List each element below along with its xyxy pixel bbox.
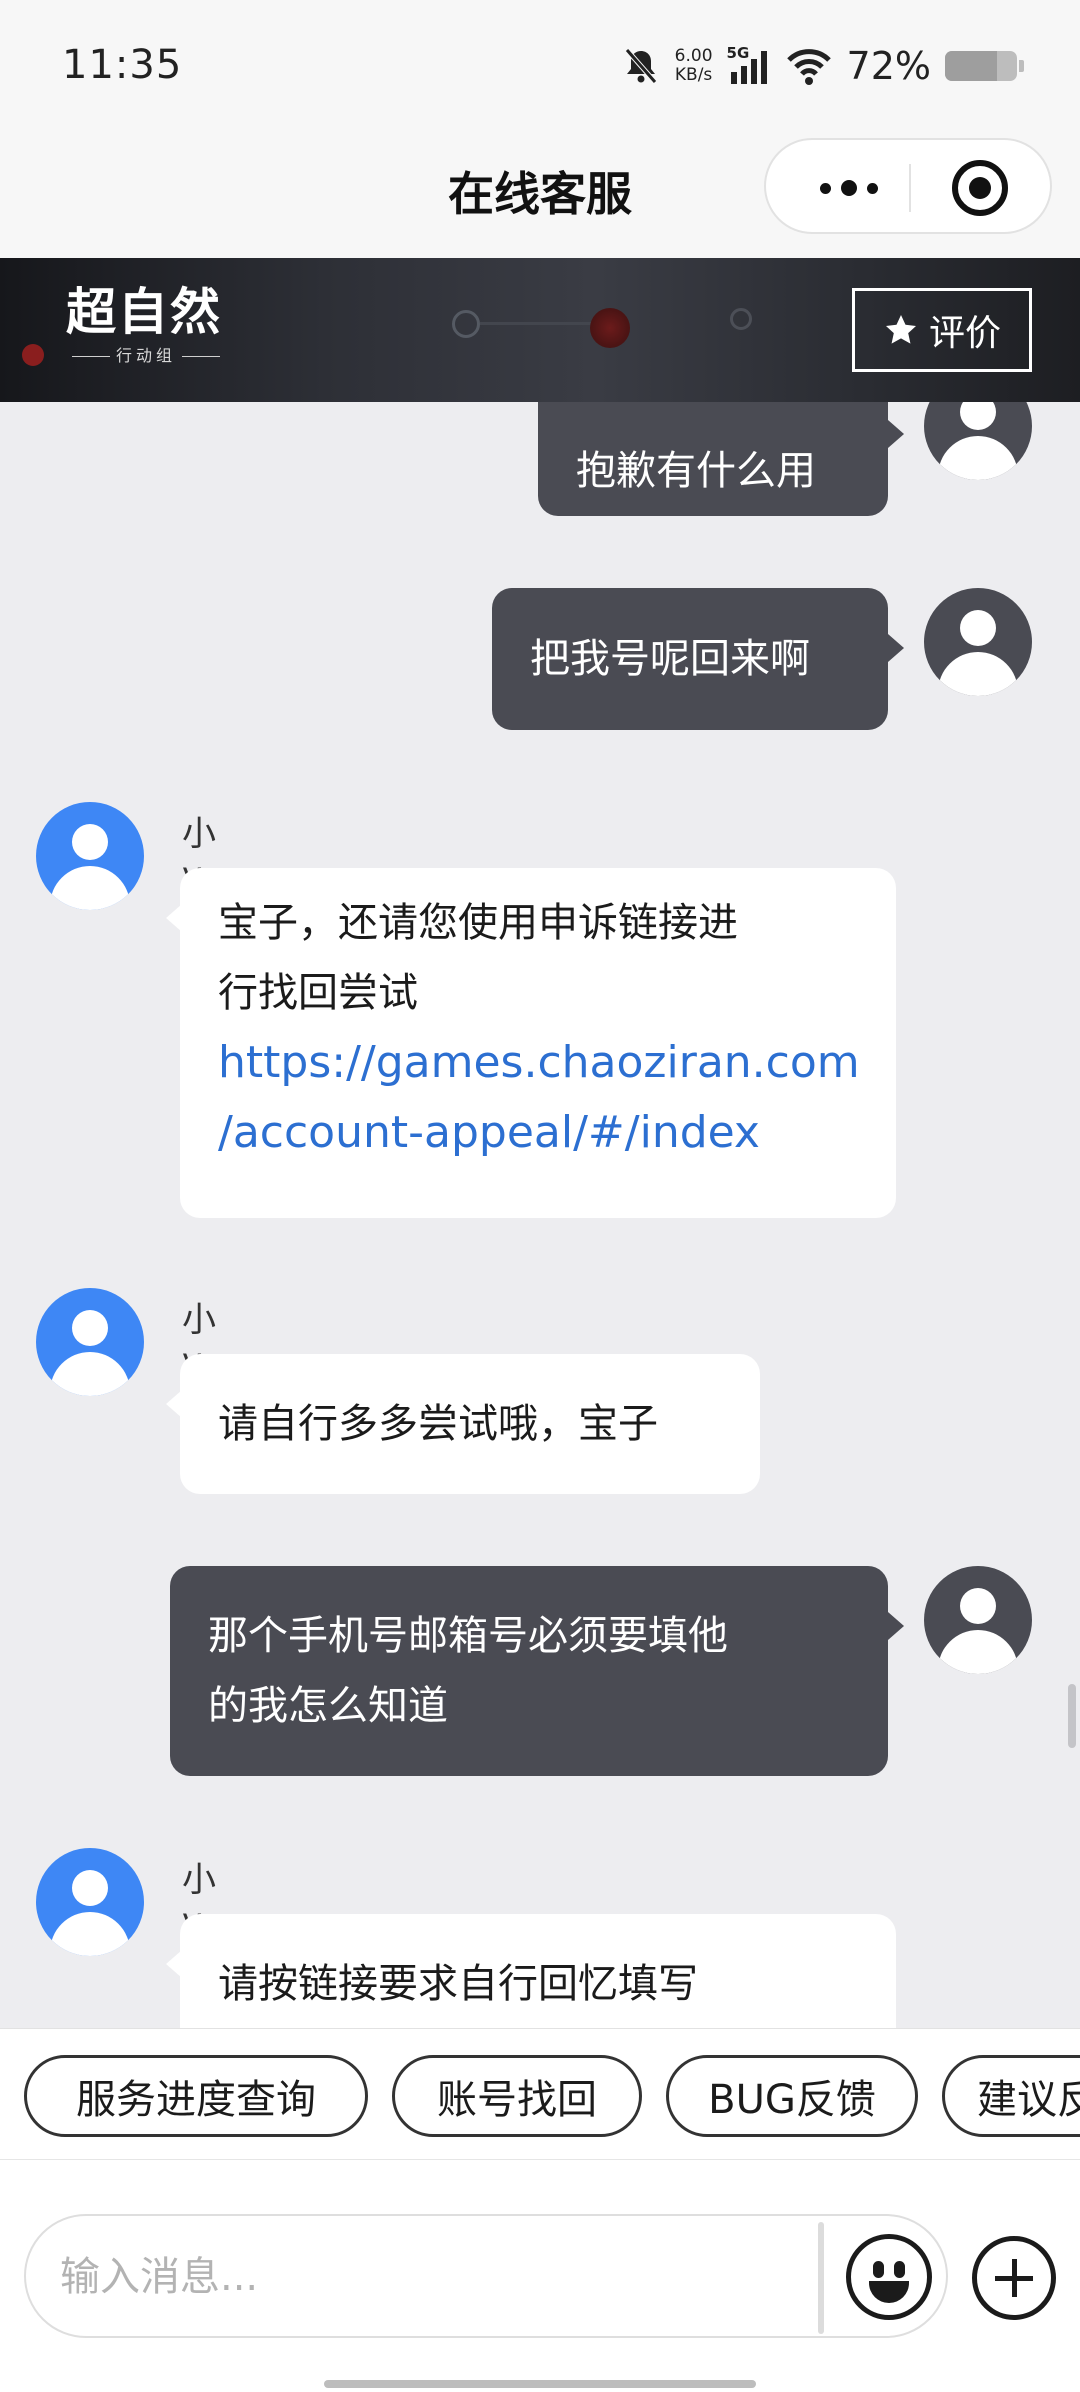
agent-avatar (36, 802, 144, 910)
message-text-line: 那个手机号邮箱号必须要填他 (208, 1613, 728, 1659)
message-text-line: 行找回尝试 (218, 970, 418, 1016)
game-logo: 超自然 行动组 (22, 282, 226, 366)
net-speed: 6.00 KB/s (675, 47, 713, 85)
appeal-link[interactable]: /account-appeal/#/index (218, 1098, 896, 1168)
message-bubble[interactable]: 抱歉有什么用 (538, 402, 888, 516)
status-time: 11:35 (62, 42, 183, 88)
battery-tip (1019, 60, 1024, 72)
rate-button[interactable]: 评价 (852, 288, 1032, 372)
nav-bar: 在线客服 (0, 130, 1080, 260)
mini-program-capsule (764, 138, 1052, 234)
close-target-icon[interactable] (952, 160, 1008, 216)
message-text: 把我号呢回来啊 (530, 636, 810, 682)
bubble-tail (888, 634, 904, 662)
logo-subtext: 行动组 (66, 342, 226, 366)
game-banner: 超自然 行动组 评价 (0, 258, 1080, 402)
home-indicator (324, 2380, 756, 2388)
banner-decoration (730, 308, 752, 330)
battery-icon (945, 51, 1017, 81)
status-bar: 11:35 6.00 KB/s 5G 72% (0, 0, 1080, 130)
message-input[interactable] (60, 2246, 820, 2308)
logo-decoration (22, 344, 44, 366)
banner-decoration (590, 308, 630, 348)
message-text-line: 的我怎么知道 (208, 1683, 448, 1729)
cell-signal: 5G (727, 44, 771, 86)
logo-text: 超自然 (66, 282, 222, 341)
message-bubble[interactable]: 请自行多多尝试哦，宝子 (180, 1354, 760, 1494)
mute-bell-icon (624, 48, 657, 84)
message-bubble[interactable]: 宝子，还请您使用申诉链接进 行找回尝试 https://games.chaozi… (180, 868, 896, 1218)
bubble-tail (888, 1612, 904, 1640)
plus-icon[interactable] (972, 2236, 1056, 2320)
message-text: 抱歉有什么用 (576, 448, 816, 494)
user-avatar (924, 1566, 1032, 1674)
input-divider (818, 2222, 824, 2334)
net-speed-value: 6.00 (674, 46, 713, 66)
bubble-tail (888, 420, 904, 448)
quick-reply-bug-feedback[interactable]: BUG反馈 (666, 2055, 918, 2137)
quick-reply-suggestion[interactable]: 建议反馈 (942, 2055, 1080, 2137)
battery-fill (945, 51, 997, 81)
status-indicators: 6.00 KB/s 5G 72% (621, 40, 1024, 92)
message-text: 请自行多多尝试哦，宝子 (218, 1401, 658, 1447)
emoji-icon[interactable] (846, 2234, 932, 2320)
more-dots-icon[interactable] (806, 140, 892, 236)
signal-icon (730, 51, 767, 84)
chat-messages[interactable]: 抱歉有什么用 把我号呢回来啊 小v 宝子，还请您使用申诉链接进 行找回尝试 ht… (0, 402, 1080, 2028)
star-icon (885, 315, 916, 344)
capsule-divider (909, 164, 911, 212)
user-avatar (924, 402, 1032, 480)
net-speed-unit: KB/s (674, 65, 713, 85)
message-input-container (24, 2214, 948, 2338)
chat-scrollbar[interactable] (1068, 1684, 1076, 1748)
battery-percent: 72% (846, 44, 931, 88)
appeal-link[interactable]: https://games.chaoziran.com (218, 1028, 896, 1098)
wifi-icon (786, 49, 831, 85)
input-bar (0, 2160, 1080, 2392)
user-avatar (924, 588, 1032, 696)
rate-label: 评价 (928, 313, 1001, 354)
message-text-line: 宝子，还请您使用申诉链接进 (218, 900, 738, 946)
message-text: 请按链接要求自行回忆填写 (218, 1961, 698, 2007)
quick-reply-bar: 服务进度查询 账号找回 BUG反馈 建议反馈 (0, 2028, 1080, 2160)
quick-reply-account-recovery[interactable]: 账号找回 (392, 2055, 642, 2137)
quick-reply-progress[interactable]: 服务进度查询 (24, 2055, 368, 2137)
agent-avatar (36, 1288, 144, 1396)
agent-avatar (36, 1848, 144, 1956)
message-bubble[interactable]: 把我号呢回来啊 (492, 588, 888, 730)
banner-decoration (452, 310, 480, 338)
message-bubble[interactable]: 那个手机号邮箱号必须要填他 的我怎么知道 (170, 1566, 888, 1776)
message-bubble[interactable]: 请按链接要求自行回忆填写 (180, 1914, 896, 2028)
